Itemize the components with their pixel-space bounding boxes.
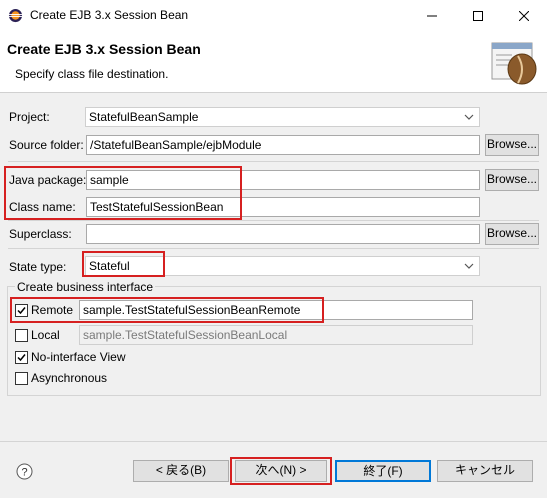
cancel-button[interactable]: キャンセル	[437, 460, 533, 482]
local-checkbox[interactable]	[15, 329, 28, 342]
maximize-button[interactable]	[455, 0, 501, 31]
local-interface-input[interactable]: sample.TestStatefulSessionBeanLocal	[79, 325, 473, 345]
project-combo[interactable]: StatefulBeanSample	[85, 107, 480, 127]
no-interface-view-checkbox[interactable]	[15, 351, 28, 364]
asynchronous-label: Asynchronous	[31, 371, 108, 385]
session-bean-wizard-icon	[491, 42, 537, 85]
java-package-browse-button[interactable]: Browse...	[485, 169, 539, 191]
highlight-remote	[10, 297, 324, 323]
chevron-down-icon	[464, 263, 474, 269]
highlight-package-class	[4, 166, 242, 220]
highlight-next	[230, 457, 332, 485]
page-title: Create EJB 3.x Session Bean	[7, 41, 201, 57]
page-description: Specify class file destination.	[15, 67, 169, 81]
help-icon[interactable]: ?	[16, 463, 33, 480]
asynchronous-checkbox[interactable]	[15, 372, 28, 385]
finish-button[interactable]: 終了(F)	[335, 460, 431, 482]
superclass-browse-button[interactable]: Browse...	[485, 223, 539, 245]
bottom-separator	[0, 441, 547, 442]
separator	[8, 248, 539, 249]
local-label: Local	[31, 328, 60, 342]
business-interface-group-title: Create business interface	[15, 280, 156, 294]
superclass-label: Superclass:	[9, 227, 72, 241]
window-title: Create EJB 3.x Session Bean	[30, 8, 189, 22]
separator	[8, 220, 539, 221]
highlight-state-type	[82, 251, 165, 277]
source-folder-input[interactable]: /StatefulBeanSample/ejbModule	[86, 135, 480, 155]
maximize-icon	[473, 10, 483, 21]
svg-text:?: ?	[21, 467, 27, 479]
superclass-input[interactable]	[86, 224, 480, 244]
chevron-down-icon	[464, 114, 474, 120]
project-label: Project:	[9, 110, 50, 124]
minimize-button[interactable]	[409, 0, 455, 31]
back-button[interactable]: < 戻る(B)	[133, 460, 229, 482]
minimize-icon	[427, 15, 437, 16]
checkmark-icon	[17, 354, 26, 362]
project-value: StatefulBeanSample	[89, 110, 199, 124]
state-type-label: State type:	[9, 260, 67, 274]
close-icon	[519, 10, 529, 21]
eclipse-icon	[8, 8, 23, 23]
source-folder-browse-button[interactable]: Browse...	[485, 134, 539, 156]
close-button[interactable]	[501, 0, 547, 31]
source-folder-label: Source folder:	[9, 138, 84, 152]
no-interface-view-label: No-interface View	[31, 350, 126, 364]
separator	[8, 161, 539, 162]
